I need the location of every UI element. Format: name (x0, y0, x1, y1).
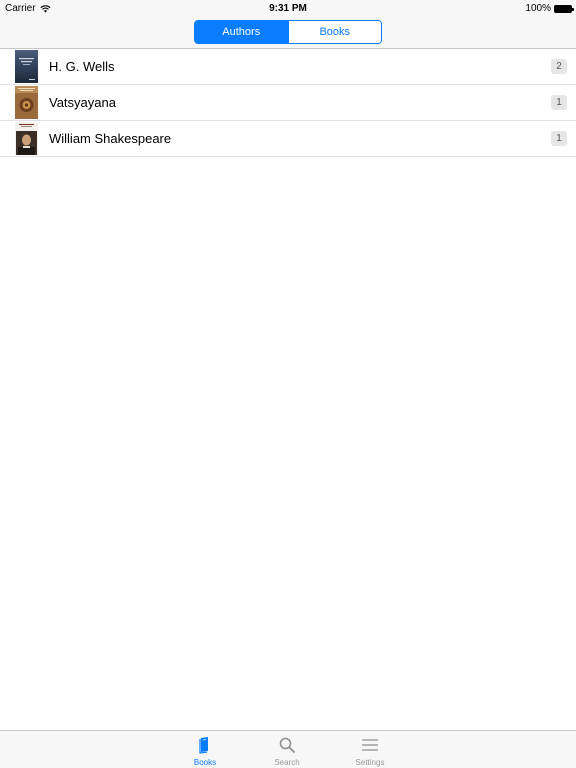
battery-percent: 100% (525, 3, 551, 14)
tab-books[interactable]: Books (175, 733, 235, 767)
status-bar: Carrier 9:31 PM 100% (0, 0, 576, 16)
author-name: Vatsyayana (49, 95, 116, 110)
tab-settings[interactable]: Settings (340, 733, 400, 767)
menu-icon (362, 739, 378, 751)
battery-icon (554, 4, 574, 13)
tab-label: Books (193, 758, 217, 767)
portrait-book-cover (15, 122, 38, 155)
authors-list: H. G. Wells 2 Vatsyayana 1 William Shake… (0, 49, 576, 157)
tab-bar: Books Search Settings (0, 730, 576, 768)
tab-label: Settings (355, 758, 385, 767)
navigation-bar: Authors Books (0, 16, 576, 49)
search-icon (279, 737, 295, 753)
author-name: H. G. Wells (49, 59, 115, 74)
brown-book-cover (15, 86, 38, 119)
tab-search[interactable]: Search (257, 733, 317, 767)
book-count-badge: 2 (551, 59, 567, 74)
segment-authors[interactable]: Authors (195, 21, 288, 43)
battery-indicator: 100% (525, 3, 574, 14)
segment-books[interactable]: Books (287, 21, 381, 43)
tab-label: Search (274, 758, 300, 767)
book-icon (199, 737, 208, 754)
author-row-hg-wells[interactable]: H. G. Wells 2 (0, 49, 576, 85)
book-count-badge: 1 (551, 131, 567, 146)
dark-blue-book-cover (15, 50, 38, 83)
authors-books-segmented-control: Authors Books (194, 20, 382, 44)
book-count-badge: 1 (551, 95, 567, 110)
author-row-william-shakespeare[interactable]: William Shakespeare 1 (0, 121, 576, 157)
clock: 9:31 PM (269, 3, 307, 14)
author-row-vatsyayana[interactable]: Vatsyayana 1 (0, 85, 576, 121)
author-name: William Shakespeare (49, 131, 172, 146)
